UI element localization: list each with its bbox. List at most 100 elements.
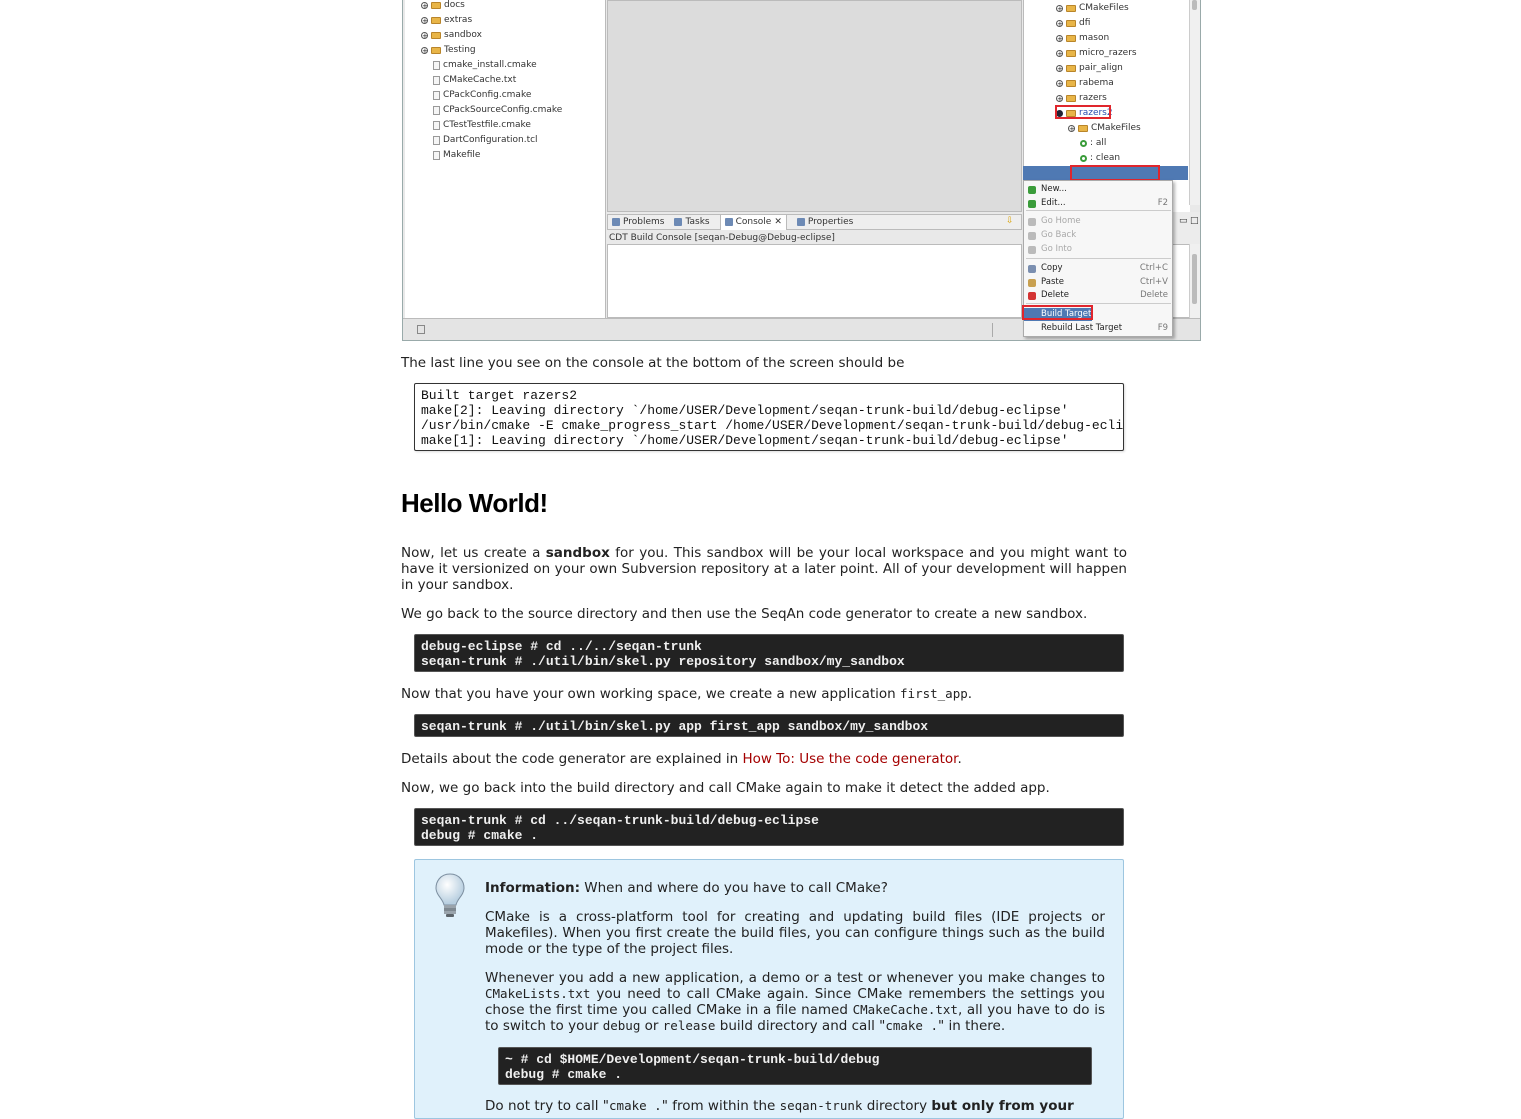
- menu-item: Go Into: [1024, 243, 1172, 256]
- menu-item-label: Copy: [1041, 263, 1063, 273]
- menu-item[interactable]: Copy Ctrl+C: [1024, 262, 1172, 275]
- menu-item[interactable]: New...: [1024, 183, 1172, 196]
- file-icon: [433, 90, 440, 100]
- tree-item-label: micro_razers: [1079, 48, 1137, 58]
- make-target-item[interactable]: + micro_razers: [1056, 46, 1137, 60]
- tab-console[interactable]: Console ✕: [719, 214, 787, 230]
- tab-tasks[interactable]: Tasks: [674, 217, 710, 227]
- paragraph-new-app: Now that you have your own working space…: [401, 686, 1127, 702]
- expand-icon[interactable]: +: [1056, 19, 1063, 27]
- expand-icon[interactable]: +: [1056, 64, 1063, 72]
- outline-scrollbar[interactable]: [1189, 244, 1200, 318]
- tab-label: Properties: [807, 217, 854, 227]
- make-target-item[interactable]: + CMakeFiles: [1056, 1, 1129, 15]
- tab-label: Tasks: [685, 217, 710, 227]
- make-target-item[interactable]: + rabema: [1056, 76, 1114, 90]
- expand-icon[interactable]: +: [421, 46, 428, 54]
- menu-shortcut: Ctrl+C: [1139, 263, 1168, 273]
- tree-item[interactable]: CMakeCache.txt: [433, 73, 516, 87]
- tree-item-label: extras: [444, 15, 473, 25]
- tab-label: Console: [735, 217, 772, 227]
- make-target-item[interactable]: + mason: [1056, 31, 1109, 45]
- code-block-create-sandbox: debug-eclipse # cd ../../seqan-trunk seq…: [414, 634, 1124, 672]
- menu-item: Go Back: [1024, 229, 1172, 242]
- make-target-item[interactable]: : all: [1080, 136, 1106, 150]
- menu-item-label: Paste: [1041, 277, 1064, 287]
- menu-item[interactable]: Delete Delete: [1024, 289, 1172, 302]
- menu-item[interactable]: Edit... F2: [1024, 197, 1172, 210]
- paragraph-last-line: The last line you see on the console at …: [401, 355, 905, 371]
- information-box: Information: When and where do you have …: [414, 859, 1124, 1119]
- expand-icon[interactable]: +: [1056, 79, 1063, 87]
- fast-view-icon[interactable]: [417, 325, 425, 334]
- tree-item-label: Testing: [444, 45, 476, 55]
- folder-icon: [431, 31, 441, 39]
- tab-properties[interactable]: Properties: [796, 217, 854, 227]
- properties-icon: [796, 218, 805, 226]
- tree-item[interactable]: CPackConfig.cmake: [433, 88, 531, 102]
- folder-icon: [431, 46, 441, 54]
- info-title: Information: When and where do you have …: [485, 880, 1105, 896]
- minimize-icon[interactable]: ▭: [1179, 216, 1188, 226]
- expand-icon[interactable]: +: [421, 16, 428, 24]
- text: Whenever you add a new application, a de…: [485, 970, 1105, 986]
- make-target-item[interactable]: + pair_align: [1056, 61, 1123, 75]
- folder-icon: [1078, 124, 1088, 132]
- tree-item[interactable]: CTestTestfile.cmake: [433, 118, 531, 132]
- tree-item[interactable]: DartConfiguration.tcl: [433, 133, 538, 147]
- expand-icon[interactable]: +: [1068, 124, 1075, 132]
- menu-item[interactable]: Paste Ctrl+V: [1024, 276, 1172, 289]
- make-target-icon: [1080, 139, 1087, 147]
- lightbulb-icon: [435, 873, 465, 917]
- console-output-block: Built target razers2 make[2]: Leaving di…: [414, 383, 1124, 451]
- tree-item[interactable]: + Testing: [421, 43, 476, 57]
- new-icon: [1028, 186, 1036, 194]
- eclipse-screenshot: + docs + extras + sandbox + Testing cmake_instal…: [402, 0, 1201, 341]
- tree-item-label: : all: [1090, 138, 1107, 148]
- make-target-item[interactable]: + dfi: [1056, 16, 1090, 30]
- tab-problems[interactable]: Problems: [612, 217, 664, 227]
- info-title-text: When and where do you have to call CMake…: [579, 880, 888, 896]
- inline-code: cmake .: [609, 1098, 662, 1113]
- code-block-cmake: seqan-trunk # cd ../seqan-trunk-build/de…: [414, 808, 1124, 846]
- tree-item[interactable]: Makefile: [433, 148, 480, 162]
- menu-item-label: Go Into: [1041, 244, 1072, 254]
- tree-item[interactable]: + sandbox: [421, 28, 482, 42]
- make-target-item[interactable]: + CMakeFiles: [1068, 121, 1141, 135]
- menu-separator: [1026, 303, 1171, 304]
- maximize-icon[interactable]: □: [1190, 216, 1199, 226]
- link-code-generator-howto[interactable]: How To: Use the code generator: [742, 751, 957, 767]
- tree-item-label: Makefile: [443, 150, 481, 160]
- menu-item-label: Rebuild Last Target: [1041, 323, 1123, 333]
- tree-item[interactable]: + docs: [421, 0, 465, 12]
- tree-item[interactable]: cmake_install.cmake: [433, 58, 537, 72]
- make-target-item[interactable]: : clean: [1080, 151, 1120, 165]
- console-output-area[interactable]: [607, 244, 1022, 318]
- paragraph-go-back: We go back to the source directory and t…: [401, 606, 1088, 622]
- expand-icon[interactable]: +: [1056, 49, 1063, 57]
- text: Do not try to call ": [485, 1098, 610, 1114]
- menu-separator: [1026, 210, 1171, 211]
- tab-label: Problems: [623, 217, 665, 227]
- expand-icon[interactable]: +: [1056, 94, 1063, 102]
- expand-icon[interactable]: +: [1056, 4, 1063, 12]
- file-icon: [433, 120, 440, 130]
- tree-scrollbar[interactable]: [1189, 0, 1200, 205]
- tree-item[interactable]: CPackSourceConfig.cmake: [433, 103, 562, 117]
- delete-icon: [1028, 292, 1036, 300]
- tree-item-label: : clean: [1090, 153, 1121, 163]
- menu-item[interactable]: Rebuild Last Target F9: [1024, 322, 1172, 335]
- menu-shortcut: Ctrl+V: [1139, 277, 1168, 287]
- folder-icon: [1066, 79, 1076, 87]
- problems-icon: [612, 218, 620, 226]
- inline-code: seqan-trunk: [779, 1098, 863, 1113]
- expand-icon[interactable]: +: [421, 1, 428, 9]
- folder-icon: [431, 16, 441, 24]
- pin-icon[interactable]: ⇩: [1006, 216, 1014, 226]
- close-icon[interactable]: ✕: [774, 217, 782, 227]
- expand-icon[interactable]: +: [1056, 34, 1063, 42]
- expand-icon[interactable]: +: [421, 31, 428, 39]
- menu-shortcut: F2: [1157, 198, 1168, 208]
- tree-item[interactable]: + extras: [421, 13, 472, 27]
- make-target-item[interactable]: + razers: [1056, 91, 1107, 105]
